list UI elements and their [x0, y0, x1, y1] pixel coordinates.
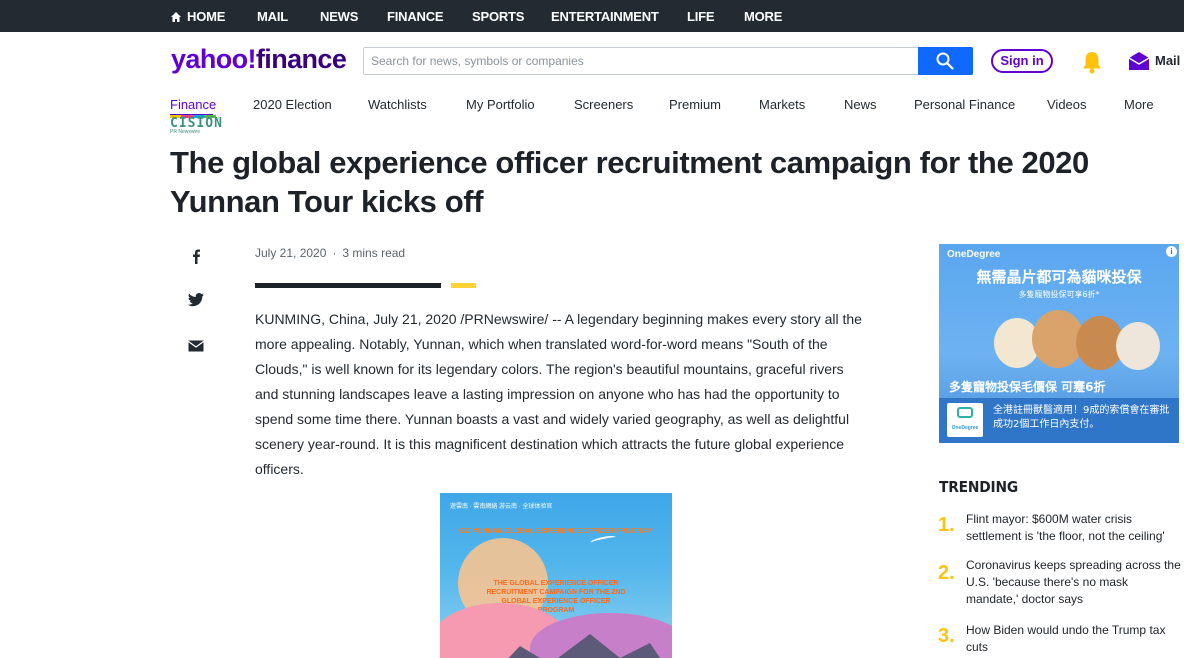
- sign-in-button[interactable]: Sign in: [991, 49, 1053, 73]
- topnav-news[interactable]: NEWS: [320, 9, 358, 24]
- ad-info-icon[interactable]: i: [1166, 246, 1177, 257]
- search-input[interactable]: [364, 48, 918, 74]
- cision-logo[interactable]: CISION PR Newswire: [170, 115, 223, 135]
- subnav-news[interactable]: News: [844, 97, 877, 112]
- facebook-icon[interactable]: [186, 247, 206, 265]
- subnav-more[interactable]: More: [1124, 97, 1154, 112]
- article-image[interactable]: 遊雲南 · 雲南網絡 游云南 · 全球体验官 GO-YUNNAN GLOBAL …: [440, 493, 672, 658]
- byline-divider-dark: [255, 283, 441, 288]
- byline-divider-accent: [451, 283, 476, 288]
- trending-number: 3.: [938, 625, 955, 647]
- ad-kitten-shape: [1116, 322, 1160, 370]
- trending-item[interactable]: How Biden would undo the Trump tax cuts: [966, 622, 1181, 656]
- trending-number: 2.: [938, 562, 955, 584]
- article-image-bird: [589, 534, 617, 546]
- ad-pets-image: [984, 304, 1169, 376]
- topnav-finance[interactable]: FINANCE: [387, 9, 444, 24]
- ad-offer: 多隻寵物投保毛價保 可蹇6折: [949, 380, 1106, 394]
- trending-item[interactable]: Flint mayor: $600M water crisis settleme…: [966, 511, 1181, 545]
- topnav-life[interactable]: LIFE: [687, 9, 715, 24]
- home-icon: [171, 12, 181, 22]
- article-image-title: GO-YUNNAN GLOBAL EXPERIENCE OFFICER PROG…: [459, 528, 653, 535]
- ad-footer: OneDegree 全港註冊獸醫適用！9成的索償會在審批成功2個工作日內支付。: [939, 398, 1179, 443]
- onedegree-logo-icon: [957, 407, 973, 418]
- ad-footer-text: 全港註冊獸醫適用！9成的索償會在審批成功2個工作日內支付。: [993, 405, 1170, 430]
- topnav-more[interactable]: MORE: [744, 9, 782, 24]
- ad-footer-logo-text: OneDegree: [951, 425, 979, 431]
- article-image-logos: 遊雲南 · 雲南網絡 游云南 · 全球体验官: [450, 504, 553, 510]
- ad-brand: OneDegree: [947, 249, 1001, 260]
- top-nav: HOME MAIL NEWS FINANCE SPORTS ENTERTAINM…: [0, 0, 1184, 32]
- topnav-home-label: HOME: [187, 9, 226, 24]
- logo-brand: yahoo!: [171, 44, 257, 74]
- twitter-icon[interactable]: [186, 292, 206, 308]
- subnav-premium[interactable]: Premium: [669, 97, 721, 112]
- article-byline: July 21, 2020 · 3 mins read: [255, 246, 405, 260]
- trending-number: 1.: [938, 514, 955, 536]
- search-icon: [936, 52, 954, 70]
- ad-headline: 無需晶片都可為貓咪投保: [976, 268, 1142, 286]
- ad-footer-logo: OneDegree: [947, 403, 983, 437]
- topnav-sports[interactable]: SPORTS: [472, 9, 524, 24]
- subnav-personal-finance[interactable]: Personal Finance: [914, 97, 1015, 112]
- topnav-home[interactable]: HOME: [171, 9, 225, 24]
- bell-icon[interactable]: [1081, 50, 1103, 74]
- mail-link[interactable]: Mail: [1155, 53, 1180, 68]
- subnav-my-portfolio[interactable]: My Portfolio: [466, 97, 535, 112]
- subnav-videos[interactable]: Videos: [1047, 97, 1087, 112]
- article-headline: The global experience officer recruitmen…: [170, 145, 1089, 219]
- search-button[interactable]: [918, 47, 973, 75]
- subnav-markets[interactable]: Markets: [759, 97, 805, 112]
- article-date: July 21, 2020: [255, 246, 327, 260]
- ad-subline: 多隻寵物投保可享6折*: [1018, 290, 1100, 299]
- subnav-2020-election[interactable]: 2020 Election: [253, 97, 332, 112]
- trending-title: TRENDING: [939, 478, 1019, 496]
- mail-icon[interactable]: [1128, 51, 1150, 71]
- trending-item[interactable]: Coronavirus keeps spreading across the U…: [966, 557, 1181, 608]
- yahoo-finance-logo[interactable]: yahoo!finance: [171, 44, 347, 75]
- topnav-entertainment[interactable]: ENTERTAINMENT: [551, 9, 659, 24]
- subnav-screeners[interactable]: Screeners: [574, 97, 633, 112]
- byline-separator: ·: [332, 246, 337, 260]
- email-icon[interactable]: [186, 338, 206, 354]
- logo-section: finance: [255, 44, 347, 74]
- subnav-finance[interactable]: Finance: [170, 97, 216, 112]
- article-body: KUNMING, China, July 21, 2020 /PRNewswir…: [255, 311, 862, 477]
- search-box: [363, 47, 973, 75]
- sidebar-ad[interactable]: i OneDegree 無需晶片都可為貓咪投保 多隻寵物投保可享6折* 多隻寵物…: [939, 244, 1179, 443]
- article-read-time: 3 mins read: [342, 246, 406, 260]
- topnav-mail[interactable]: MAIL: [257, 9, 288, 24]
- subnav-watchlists[interactable]: Watchlists: [368, 97, 427, 112]
